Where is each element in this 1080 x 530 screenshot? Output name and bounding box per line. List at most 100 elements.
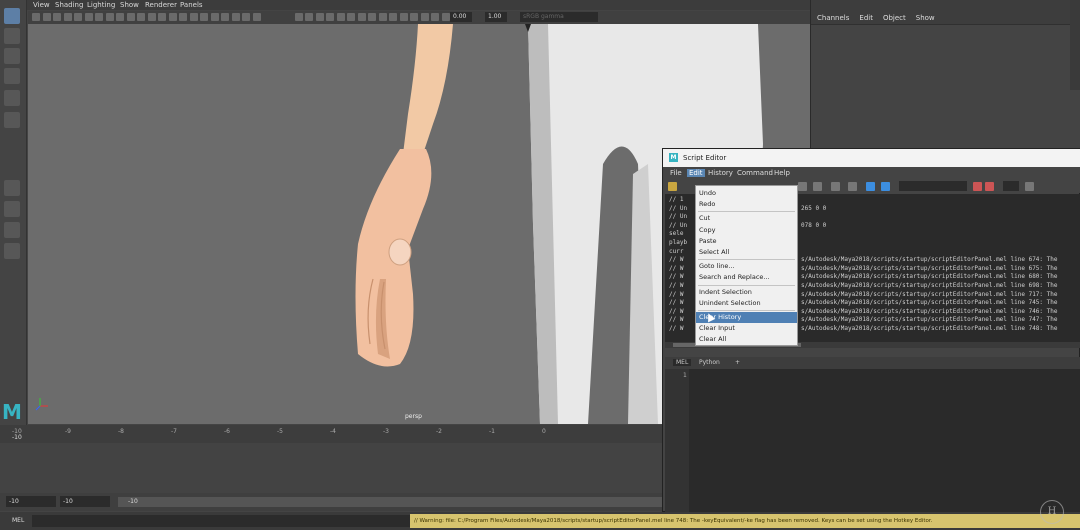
viewport-toolbar-icon[interactable] — [410, 13, 418, 21]
exposure-field[interactable]: 0.00 — [450, 12, 472, 22]
range-start-field[interactable]: -10 — [60, 496, 110, 507]
viewport-menu-shading[interactable]: Shading — [55, 1, 83, 9]
viewport-toolbar-icon[interactable] — [95, 13, 103, 21]
viewport-toolbar-icon[interactable] — [53, 13, 61, 21]
viewport-toolbar-icon[interactable] — [347, 13, 355, 21]
script-editor-menu-file[interactable]: File — [670, 169, 682, 177]
viewport-toolbar-icon[interactable] — [336, 13, 345, 21]
edit-menu-undo[interactable]: Undo — [696, 188, 797, 199]
script-editor-input[interactable]: 1 — [665, 369, 1080, 512]
clear-icon[interactable] — [848, 182, 857, 191]
outliner-layout-icon[interactable] — [4, 243, 20, 259]
viewport-toolbar-icon[interactable] — [315, 13, 324, 21]
viewport-toolbar-icon[interactable] — [389, 13, 397, 21]
search-down-icon[interactable] — [973, 182, 982, 191]
command-line-mode[interactable]: MEL — [12, 517, 24, 524]
script-editor-menu-command[interactable]: Command — [737, 169, 773, 177]
viewport-menu-lighting[interactable]: Lighting — [87, 1, 115, 9]
viewport-toolbar-icon[interactable] — [137, 13, 145, 21]
viewport-toolbar-icon[interactable] — [357, 13, 366, 21]
viewport-toolbar-icon[interactable] — [189, 13, 198, 21]
color-space-select[interactable]: sRGB gamma — [520, 12, 598, 22]
edit-menu-unindent-selection[interactable]: Unindent Selection — [696, 298, 797, 309]
viewport-toolbar-icon[interactable] — [210, 13, 219, 21]
viewport-toolbar-icon[interactable] — [116, 13, 124, 21]
input-tab-add[interactable]: + — [735, 359, 740, 366]
channel-box-menu-object[interactable]: Object — [883, 14, 906, 22]
four-view-layout-icon[interactable] — [4, 201, 20, 217]
input-tab-mel[interactable]: MEL — [673, 359, 692, 366]
viewport-toolbar-icon[interactable] — [231, 13, 240, 21]
viewport-toolbar-icon[interactable] — [158, 13, 166, 21]
edit-menu-redo[interactable]: Redo — [696, 199, 797, 210]
scale-tool-icon[interactable] — [4, 112, 20, 128]
open-script-icon[interactable] — [668, 182, 677, 191]
execute-all-icon[interactable] — [866, 182, 875, 191]
edit-menu-paste[interactable]: Paste — [696, 236, 797, 247]
start-time-field[interactable]: -10 — [6, 496, 56, 507]
viewport-toolbar-icon[interactable] — [126, 13, 135, 21]
viewport-toolbar-icon[interactable] — [32, 13, 40, 21]
move-tool-icon[interactable] — [4, 68, 20, 84]
channel-box-menu-channels[interactable]: Channels — [817, 14, 849, 22]
channel-box-side-tab[interactable] — [1070, 0, 1080, 90]
search-field[interactable] — [899, 181, 967, 191]
input-tab-python[interactable]: Python — [699, 359, 720, 366]
show-history-icon[interactable] — [798, 182, 807, 191]
viewport-toolbar-icon[interactable] — [305, 13, 313, 21]
channel-box-menu-show[interactable]: Show — [916, 14, 935, 22]
viewport-toolbar-icon[interactable] — [179, 13, 187, 21]
viewport-menu-panels[interactable]: Panels — [180, 1, 203, 9]
viewport-toolbar-icon[interactable] — [221, 13, 229, 21]
viewport-toolbar-icon[interactable] — [368, 13, 376, 21]
time-slider[interactable]: -10 -10 -9 -8 -7 -6 -5 -4 -3 -2 -1 0 — [0, 425, 662, 443]
viewport-toolbar-icon[interactable] — [74, 13, 82, 21]
channel-box-menu-edit[interactable]: Edit — [859, 14, 873, 22]
viewport-toolbar-icon[interactable] — [441, 13, 450, 21]
edit-menu-clear-input[interactable]: Clear Input — [696, 323, 797, 334]
edit-menu-cut[interactable]: Cut — [696, 213, 797, 224]
viewport-toolbar-icon[interactable] — [200, 13, 208, 21]
script-editor-menu-history[interactable]: History — [708, 169, 733, 177]
range-slider[interactable]: -10 — [118, 497, 662, 507]
script-editor-titlebar[interactable]: M Script Editor — [663, 149, 1080, 167]
goto-line-icon[interactable] — [1025, 182, 1034, 191]
viewport-toolbar-icon[interactable] — [105, 13, 114, 21]
paint-select-tool-icon[interactable] — [4, 48, 20, 64]
select-tool-icon[interactable] — [4, 8, 20, 24]
script-editor-menu-edit[interactable]: Edit — [687, 169, 705, 177]
edit-menu-select-all[interactable]: Select All — [696, 247, 797, 258]
viewport-toolbar-icon[interactable] — [42, 13, 51, 21]
viewport-toolbar-icon[interactable] — [63, 13, 72, 21]
search-up-icon[interactable] — [985, 182, 994, 191]
execute-icon[interactable] — [881, 182, 890, 191]
edit-menu-indent-selection[interactable]: Indent Selection — [696, 287, 797, 298]
single-view-layout-icon[interactable] — [4, 180, 20, 196]
viewport-toolbar-icon[interactable] — [399, 13, 408, 21]
rotate-tool-icon[interactable] — [4, 90, 20, 106]
edit-menu-goto-line[interactable]: Goto line... — [696, 261, 797, 272]
viewport-toolbar-icon[interactable] — [168, 13, 177, 21]
command-line-input[interactable] — [32, 515, 410, 527]
viewport-toolbar-icon[interactable] — [431, 13, 439, 21]
two-view-layout-icon[interactable] — [4, 222, 20, 238]
viewport-toolbar-icon[interactable] — [242, 13, 250, 21]
goto-line-field[interactable] — [1003, 181, 1019, 191]
show-both-icon[interactable] — [831, 182, 840, 191]
viewport-toolbar-icon[interactable] — [252, 13, 261, 21]
viewport-menu-view[interactable]: View — [33, 1, 50, 9]
viewport-menu-show[interactable]: Show — [120, 1, 139, 9]
viewport-toolbar-icon[interactable] — [294, 13, 303, 21]
viewport-menu-renderer[interactable]: Renderer — [145, 1, 177, 9]
edit-menu-search-and-replace[interactable]: Search and Replace... — [696, 272, 797, 283]
show-input-icon[interactable] — [813, 182, 822, 191]
edit-menu-clear-all[interactable]: Clear All — [696, 334, 797, 345]
viewport-toolbar-icon[interactable] — [84, 13, 93, 21]
gamma-field[interactable]: 1.00 — [485, 12, 507, 22]
edit-menu-copy[interactable]: Copy — [696, 225, 797, 236]
script-editor-menu-help[interactable]: Help — [774, 169, 790, 177]
viewport-toolbar-icon[interactable] — [420, 13, 429, 21]
viewport-toolbar-icon[interactable] — [326, 13, 334, 21]
viewport-toolbar-icon[interactable] — [147, 13, 156, 21]
viewport-toolbar-icon[interactable] — [378, 13, 387, 21]
